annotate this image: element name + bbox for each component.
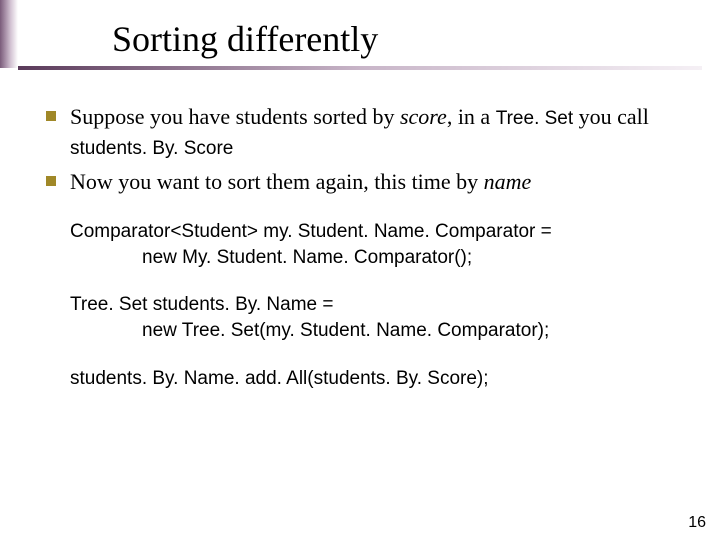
title-bar: Sorting differently [0,0,720,78]
page-number: 16 [688,514,706,532]
code-block: students. By. Name. add. All(students. B… [70,366,680,392]
code-block: Comparator<Student> my. Student. Name. C… [70,219,680,270]
title-underline [18,66,702,70]
slide-content: Suppose you have students sorted by scor… [0,78,720,391]
square-bullet-icon [46,111,56,121]
text-run: Suppose you have students sorted by [70,104,400,129]
text-emph: name [484,169,532,194]
code-line: Comparator<Student> my. Student. Name. C… [70,219,680,245]
text-emph: score [400,104,447,129]
text-run: , in a [447,104,496,129]
square-bullet-icon [46,176,56,186]
code-line: new My. Student. Name. Comparator(); [70,245,680,271]
text-run: Now you want to sort them again, this ti… [70,169,484,194]
bullet-item: Suppose you have students sorted by scor… [46,102,680,161]
title-accent [0,0,18,68]
slide-title: Sorting differently [112,18,720,60]
bullet-item: Now you want to sort them again, this ti… [46,167,680,197]
text-run: you call [573,104,649,129]
inline-code: Tree. Set [496,108,573,129]
bullet-text: Now you want to sort them again, this ti… [70,167,680,197]
code-line: Tree. Set students. By. Name = [70,292,680,318]
bullet-text: Suppose you have students sorted by scor… [70,102,680,161]
code-line: students. By. Name. add. All(students. B… [70,366,680,392]
code-block: Tree. Set students. By. Name = new Tree.… [70,292,680,343]
code-line: new Tree. Set(my. Student. Name. Compara… [70,318,680,344]
inline-code: students. By. Score [70,138,233,159]
